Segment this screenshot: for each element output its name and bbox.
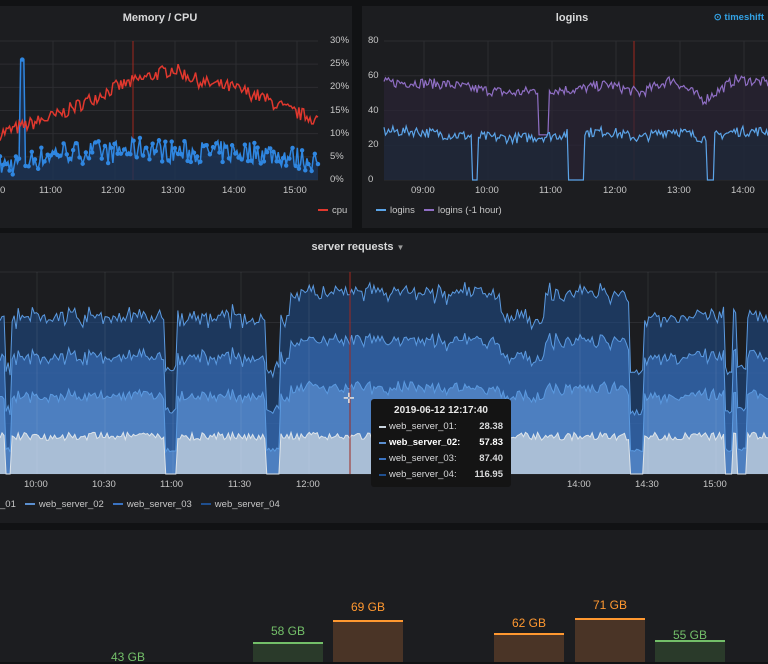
y-tick: 20 xyxy=(368,139,379,151)
y-tick: 0% xyxy=(330,174,344,185)
x-tick: 10:00 xyxy=(475,185,499,196)
bar-value-label: 58 GB xyxy=(270,624,306,638)
x-tick: 12:00 xyxy=(101,185,125,196)
x-tick: 11:00 xyxy=(39,185,63,196)
series-value: 116.95 xyxy=(474,469,503,480)
legend-line-icon xyxy=(379,457,386,460)
tooltip-row: web_server_02: 57.83 xyxy=(379,437,503,448)
y-tick: 20% xyxy=(330,81,350,93)
legend-label: web_server_02 xyxy=(38,499,104,510)
bar-value-label: 55 GB xyxy=(672,628,708,642)
x-tick: 10:30 xyxy=(92,479,116,490)
x-tick: 11:00 xyxy=(160,479,184,490)
tooltip-time: 2019-06-12 12:17:40 xyxy=(394,405,488,416)
y-tick: 30% xyxy=(330,35,350,46)
series-name: web_server_03: xyxy=(389,453,457,464)
x-tick: 11:30 xyxy=(228,479,252,490)
disk-bar[interactable] xyxy=(575,618,645,662)
legend-line-icon xyxy=(200,503,211,506)
series-value: 28.38 xyxy=(479,421,503,432)
x-tick: 10:00 xyxy=(24,479,48,490)
hover-tooltip: 2019-06-12 12:17:40 web_server_01: 28.38 w… xyxy=(371,399,511,487)
x-tick: 0 xyxy=(0,185,6,196)
y-tick: 60 xyxy=(368,69,379,81)
disk-bar[interactable] xyxy=(494,633,564,662)
crosshair-icon: ✛ xyxy=(343,390,355,406)
series-value: 57.83 xyxy=(479,437,503,448)
y-tick: 15% xyxy=(330,104,350,116)
x-tick: 14:00 xyxy=(222,185,246,196)
server-requests-legend[interactable]: _01 web_server_02 web_server_03 web_server_… xyxy=(0,499,280,510)
tooltip-row: web_server_04: 116.95 xyxy=(379,469,503,480)
legend-line-icon xyxy=(379,425,386,428)
legend-item[interactable]: web_server_04 xyxy=(200,499,280,510)
y-tick: 80 xyxy=(368,35,379,46)
x-tick: 14:00 xyxy=(731,185,755,196)
series-value: 87.40 xyxy=(479,453,503,464)
legend-line-icon xyxy=(24,503,35,506)
legend-label: web_server_03 xyxy=(126,499,192,510)
x-tick: 09:00 xyxy=(411,185,435,196)
legend-line-icon xyxy=(379,473,386,476)
legend-label: _01 xyxy=(0,499,16,510)
x-tick: 13:00 xyxy=(161,185,185,196)
bar-value-label: 69 GB xyxy=(350,600,386,614)
series-name: web_server_02: xyxy=(389,437,461,448)
x-tick: 14:00 xyxy=(567,479,591,490)
x-tick: 12:00 xyxy=(603,185,627,196)
x-tick: 14:30 xyxy=(635,479,659,490)
disk-bar[interactable] xyxy=(333,620,403,662)
x-tick: 11:00 xyxy=(539,185,563,196)
y-tick: 0 xyxy=(368,174,374,185)
tooltip-row: web_server_01: 28.38 xyxy=(379,421,503,432)
y-tick: 40 xyxy=(368,104,379,116)
disk-bar[interactable] xyxy=(655,640,725,662)
y-tick: 25% xyxy=(330,58,350,70)
x-tick: 13:00 xyxy=(667,185,691,196)
series-name: web_server_04: xyxy=(389,469,457,480)
disk-bar[interactable] xyxy=(253,642,323,662)
legend-label: web_server_04 xyxy=(214,499,280,510)
bar-value-label: 71 GB xyxy=(592,598,628,612)
legend-item[interactable]: _01 xyxy=(0,499,16,510)
series-name: web_server_01: xyxy=(389,421,457,432)
legend-item[interactable]: web_server_03 xyxy=(112,499,192,510)
x-tick: 15:00 xyxy=(283,185,307,196)
legend-line-icon xyxy=(379,441,386,444)
x-tick: 12:00 xyxy=(296,479,320,490)
bar-value-label: 62 GB xyxy=(511,616,547,630)
y-tick: 10% xyxy=(330,127,350,139)
tooltip-row: web_server_03: 87.40 xyxy=(379,453,503,464)
legend-line-icon xyxy=(112,503,123,506)
legend-item[interactable]: web_server_02 xyxy=(24,499,104,510)
x-tick: 15:00 xyxy=(703,479,727,490)
y-tick: 5% xyxy=(330,150,344,162)
